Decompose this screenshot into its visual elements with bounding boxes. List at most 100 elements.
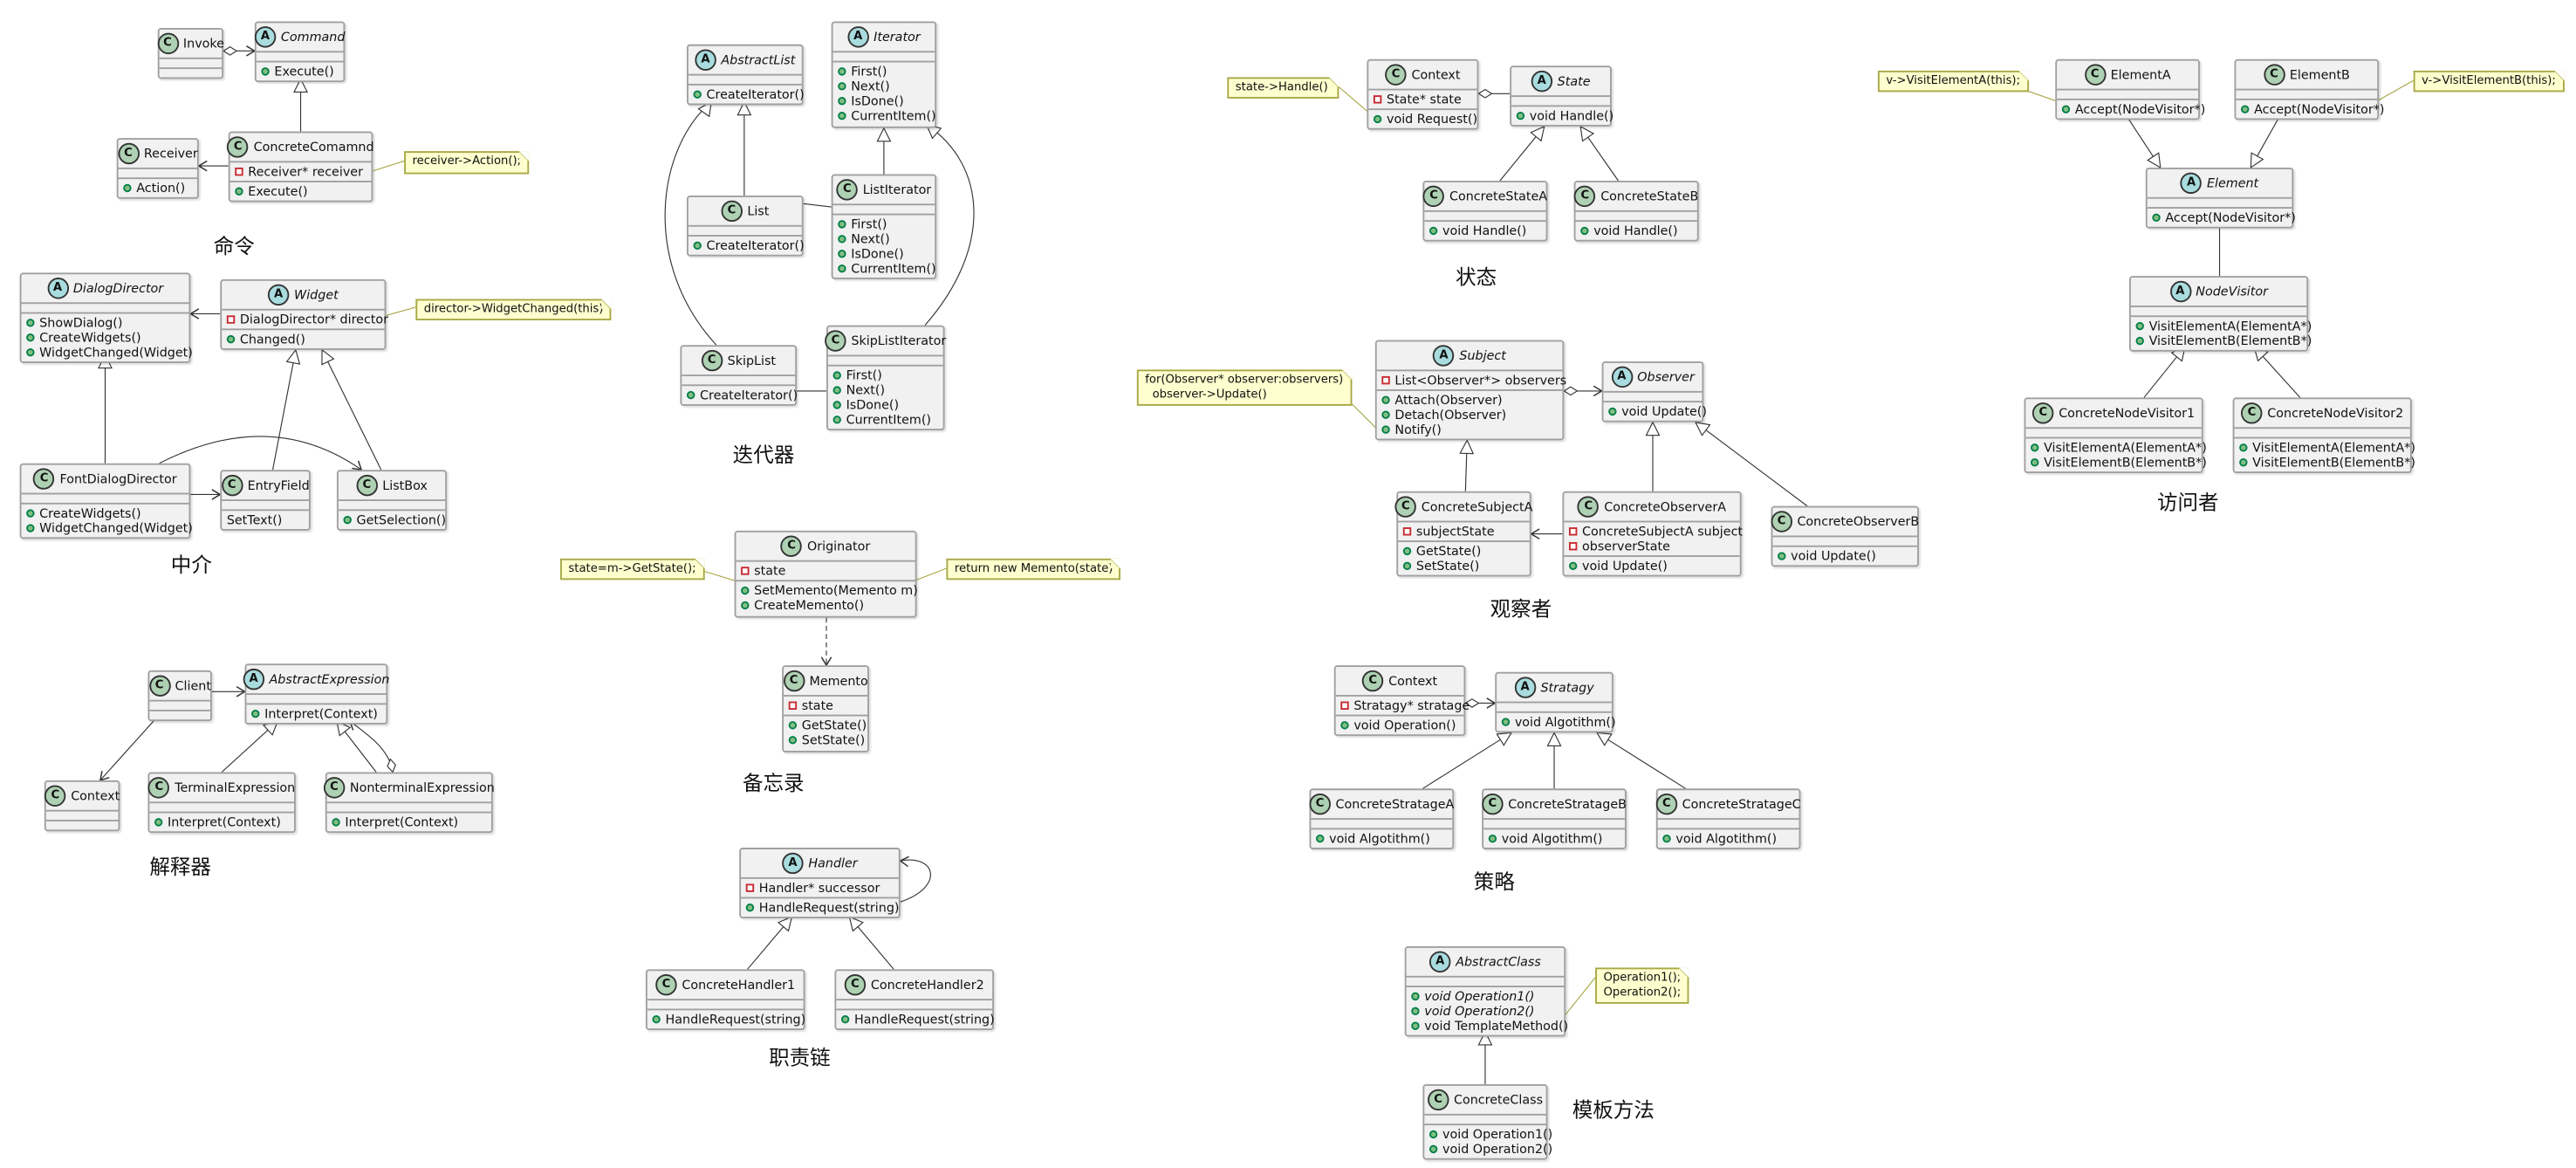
class-header: A State xyxy=(1511,67,1610,95)
class-box-memento-originator[interactable]: C Originator state SetMemento(Memento m) Cre… xyxy=(734,530,918,618)
inheritance-arrowhead xyxy=(1530,125,1545,142)
method-row: First() xyxy=(838,216,929,231)
private-visibility-icon xyxy=(1373,95,1382,104)
methods-section: void Handle() xyxy=(1424,220,1546,240)
class-box-mediator-dialogdirector[interactable]: A DialogDirector ShowDialog() CreateWidgets… xyxy=(19,272,193,363)
class-box-mediator-widget[interactable]: A Widget DialogDirector* director Changed() xyxy=(220,278,388,350)
pattern-title-template: 模板方法 xyxy=(1572,1097,1655,1123)
class-name: State xyxy=(1557,73,1591,89)
class-box-chain-handler[interactable]: A Handler Handler* successor HandleRequest(… xyxy=(739,848,901,918)
public-visibility-icon xyxy=(838,264,846,273)
class-box-visitor-element[interactable]: A Element Accept(NodeVisitor*) xyxy=(2145,167,2296,229)
class-box-strategy-context[interactable]: C Context Stratagy* stratage void Operation… xyxy=(1333,665,1470,737)
class-box-mediator-entryfield[interactable]: C EntryField SetText() xyxy=(220,470,311,531)
fields-section xyxy=(2236,88,2378,99)
class-box-iterator-list[interactable]: C List CreateIterator() xyxy=(686,195,805,257)
class-icon: C xyxy=(1771,511,1792,532)
class-box-observer-concreteobserverb[interactable]: C ConcreteObserverB void Update() xyxy=(1771,505,1919,567)
class-box-visitor-nodevisitor[interactable]: A NodeVisitor VisitElementA(ElementA*) Visi… xyxy=(2128,276,2312,352)
private-visibility-icon xyxy=(1340,701,1349,710)
class-box-interpreter-terminalexpression[interactable]: C TerminalExpression Interpret(Context) xyxy=(147,772,296,834)
class-box-visitor-elementb[interactable]: C ElementB Accept(NodeVisitor*) xyxy=(2234,58,2385,120)
class-box-state-concretestatea[interactable]: C ConcreteStateA void Handle() xyxy=(1422,181,1548,242)
class-header: C Context xyxy=(1336,667,1464,695)
class-icon: C xyxy=(1578,496,1600,518)
class-box-state-state[interactable]: A State void Handle() xyxy=(1510,65,1613,127)
class-box-visitor-concretenodevisitor1[interactable]: C ConcreteNodeVisitor1 VisitElementA(Eleme… xyxy=(2024,397,2207,473)
class-box-mediator-listbox[interactable]: C ListBox GetSelection() xyxy=(336,470,448,531)
method-row: First() xyxy=(838,64,929,79)
public-visibility-icon xyxy=(235,187,243,196)
method-text: HandleRequest(string) xyxy=(665,1012,806,1027)
class-header: C ConcreteObserverB xyxy=(1771,508,1919,536)
class-box-iterator-iterator[interactable]: A Iterator First() Next() IsDone() CurrentIte… xyxy=(831,21,937,128)
class-box-memento-memento[interactable]: C Memento state GetState() SetState() xyxy=(782,665,869,752)
abstract-class-icon: A xyxy=(1611,366,1633,388)
abstract-class-icon: A xyxy=(243,668,264,690)
class-box-observer-subject[interactable]: A Subject List<Observer*> observers Attach(… xyxy=(1374,340,1566,441)
class-name: SkipListIterator xyxy=(851,333,947,348)
class-box-interpreter-context[interactable]: C Context xyxy=(44,780,120,832)
class-box-observer-observer[interactable]: A Observer void Update() xyxy=(1601,361,1707,423)
fields-section xyxy=(159,57,223,67)
method-text: CurrentItem() xyxy=(851,261,936,277)
class-header: C ConcreteStratageA xyxy=(1309,790,1454,818)
fields-section xyxy=(1497,701,1612,711)
class-box-command-receiver[interactable]: C Receiver Action() xyxy=(116,138,199,199)
class-box-strategy-concretestratagea[interactable]: C ConcreteStratageA void Algotithm() xyxy=(1309,788,1454,849)
fields-section xyxy=(21,492,189,503)
class-box-command-invoke[interactable]: C Invoke xyxy=(156,27,224,79)
class-box-visitor-concretenodevisitor2[interactable]: C ConcreteNodeVisitor2 VisitElementA(Eleme… xyxy=(2232,397,2415,473)
class-icon: C xyxy=(148,777,170,799)
method-text: Accept(NodeVisitor*) xyxy=(2165,210,2296,225)
method-row: void Request() xyxy=(1373,112,1477,127)
class-header: C Context xyxy=(1368,61,1476,89)
method-row: Next() xyxy=(838,79,929,93)
association-line xyxy=(900,859,931,903)
class-box-iterator-listiterator[interactable]: C ListIterator First() Next() IsDone() Curren… xyxy=(831,174,937,279)
class-icon: C xyxy=(1422,185,1445,208)
note-template-n1: Operation1(); Operation2(); xyxy=(1595,967,1689,1004)
method-row: SetMemento(Memento m) xyxy=(741,583,918,598)
method-row: void Update() xyxy=(1568,559,1735,574)
class-icon: C xyxy=(148,675,170,697)
class-box-command-command[interactable]: A Command Execute() xyxy=(254,21,345,83)
methods-section: First() Next() IsDone() CurrentItem() xyxy=(827,364,943,429)
class-box-strategy-concretestratageb[interactable]: C ConcreteStratageB void Algotithm() xyxy=(1482,788,1627,849)
class-box-observer-concreteobservera[interactable]: C ConcreteObserverA ConcreteSubjectA subje… xyxy=(1562,491,1743,577)
class-box-strategy-concretestratagec[interactable]: C ConcreteStratageC void Algotithm() xyxy=(1655,788,1801,849)
public-visibility-icon xyxy=(226,334,236,344)
public-visibility-icon xyxy=(788,721,798,730)
class-header: A Subject xyxy=(1377,341,1563,369)
class-box-command-concretecommand[interactable]: C ConcreteComamnd Receiver* receiver Execut… xyxy=(227,131,374,203)
class-box-visitor-elementa[interactable]: C ElementA Accept(NodeVisitor*) xyxy=(2055,58,2205,120)
method-row: HandleRequest(string) xyxy=(652,1012,805,1027)
class-box-state-concretestateb[interactable]: C ConcreteStateB void Handle() xyxy=(1573,181,1699,242)
class-box-chain-concretehandler1[interactable]: C ConcreteHandler1 HandleRequest(string) xyxy=(645,969,805,1030)
class-box-template-abstractclass[interactable]: A AbstractClass void Operation1() void Oper… xyxy=(1404,945,1568,1037)
class-box-interpreter-abstractexpression[interactable]: A AbstractExpression Interpret(Context) xyxy=(243,663,389,725)
method-text: Next() xyxy=(851,231,890,247)
association-arrowhead xyxy=(899,855,909,868)
note-visitor-n2: v->VisitElementB(this); xyxy=(2413,70,2565,93)
class-box-mediator-fontdialogdirector[interactable]: C FontDialogDirector CreateWidgets() Widget… xyxy=(19,463,193,539)
pattern-title-memento: 备忘录 xyxy=(742,770,805,795)
class-header: C ConcreteHandler1 xyxy=(647,971,804,999)
class-header: C ElementA xyxy=(2057,61,2198,89)
method-text: First() xyxy=(851,216,887,232)
class-box-interpreter-client[interactable]: C Client xyxy=(147,670,212,722)
class-header: C Context xyxy=(45,782,120,810)
class-box-strategy-stratagy[interactable]: A Stratagy void Algotithm() xyxy=(1495,671,1616,733)
class-box-iterator-skiplist[interactable]: C SkipList CreateIterator() xyxy=(680,345,798,406)
inheritance-line xyxy=(271,349,297,471)
class-box-template-concreteclass[interactable]: C ConcreteClass void Operation1() void Oper… xyxy=(1422,1084,1552,1160)
class-box-iterator-skiplistiterator[interactable]: C SkipListIterator First() Next() IsDone() Cu… xyxy=(825,325,947,431)
class-name: Invoke xyxy=(182,36,224,52)
method-row: void Algotithm() xyxy=(1488,831,1620,846)
class-box-observer-concretesubjecta[interactable]: C ConcreteSubjectA subjectState GetState() S… xyxy=(1394,491,1532,577)
class-box-interpreter-nonterminalexpression[interactable]: C NonterminalExpression Interpret(Context) xyxy=(323,772,495,834)
public-visibility-icon xyxy=(1316,835,1325,843)
class-box-chain-concretehandler2[interactable]: C ConcreteHandler2 HandleRequest(string) xyxy=(834,969,995,1030)
class-box-iterator-abstractlist[interactable]: A AbstractList CreateIterator() xyxy=(686,44,805,106)
class-box-state-context[interactable]: C Context State* state void Request() xyxy=(1367,58,1479,130)
